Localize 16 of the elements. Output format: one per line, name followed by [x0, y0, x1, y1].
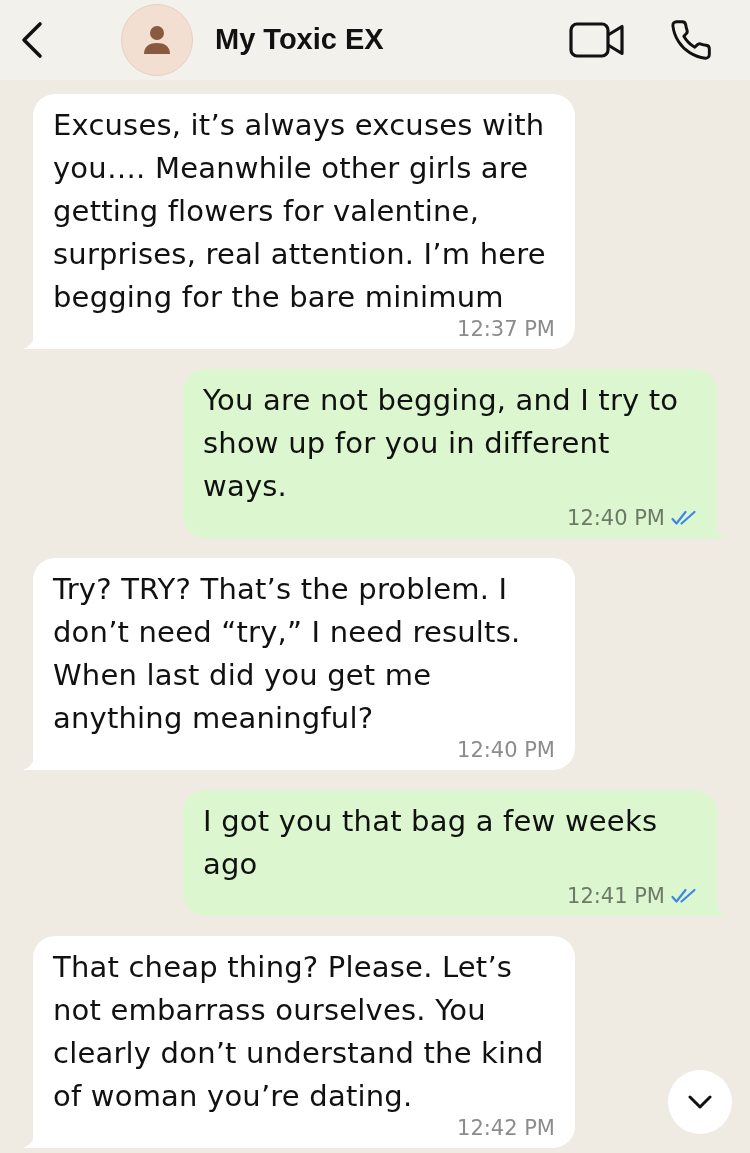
video-camera-icon: [569, 22, 625, 58]
message-text: That cheap thing? Please. Let’s not embarrass ourselves. You clearly don’t understand the kind of woman you’re dating.: [53, 950, 544, 1113]
message-time: 12:37 PM: [457, 317, 555, 341]
message-text: Excuses, it’s always excuses with you…. Meanwhile other girls are getting flowers for valentine, surprises, real attention. I’m here begging for the bare minimum: [53, 108, 546, 314]
back-icon: [20, 21, 44, 59]
message-time: 12:40 PM: [457, 738, 555, 762]
message-time: 12:41 PM: [567, 884, 665, 908]
contact-name[interactable]: My Toxic EX: [215, 18, 384, 62]
message-text: I got you that bag a few weeks ago: [203, 804, 658, 881]
message-time: 12:42 PM: [457, 1116, 555, 1140]
phone-icon: [669, 18, 713, 62]
message-text: Try? TRY? That’s the problem. I don’t need “try,” I need results. When last did you get me anything meaningful?: [53, 572, 521, 735]
voice-call-button[interactable]: [668, 17, 714, 63]
chevron-down-icon: [688, 1095, 712, 1109]
message-text: You are not begging, and I try to show up for you in different ways.: [203, 383, 679, 503]
message-time: 12:40 PM: [567, 506, 665, 530]
